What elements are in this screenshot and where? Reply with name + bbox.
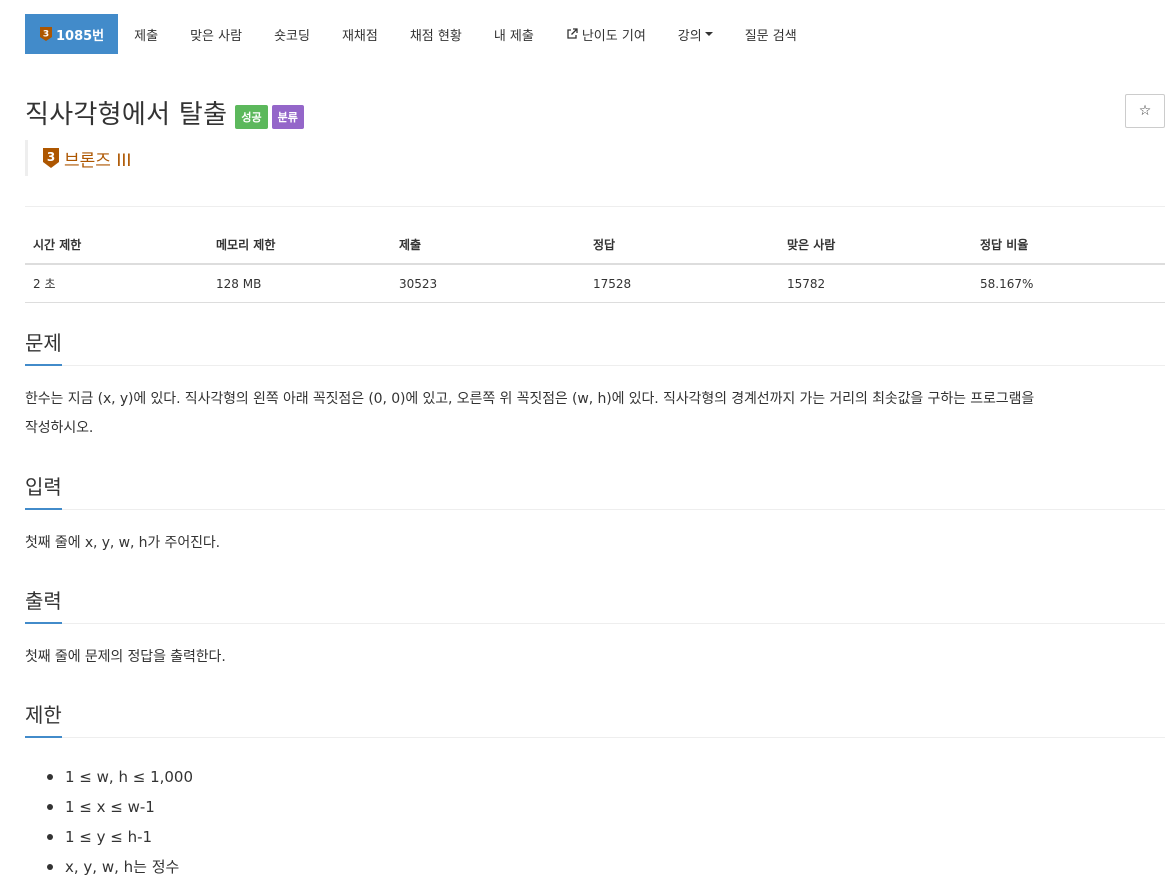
output-section: 출력 첫째 줄에 문제의 정답을 출력한다.	[25, 586, 1165, 672]
nav-lectures-dropdown[interactable]: 강의	[662, 14, 729, 54]
list-item: x, y, w, h는 정수	[25, 852, 193, 882]
memory-limit-value: 128 MB	[208, 264, 391, 303]
accepted-value: 17528	[585, 264, 779, 303]
output-title: 출력	[25, 585, 62, 624]
description-text: 한수는 지금 (x, y)에 있다. 직사각형의 왼쪽 아래 꼭짓점은 (0, …	[25, 385, 1165, 443]
input-section: 입력 첫째 줄에 x, y, w, h가 주어진다.	[25, 472, 1165, 558]
section-header: 문제	[25, 328, 1165, 366]
input-title: 입력	[25, 471, 62, 510]
nav-difficulty-contribution[interactable]: 난이도 기여	[550, 14, 662, 54]
success-badge: 성공	[235, 104, 268, 129]
header-accept-ratio: 정답 비율	[972, 226, 1165, 265]
nav-difficulty-label: 난이도 기여	[581, 28, 646, 44]
description-title: 문제	[25, 327, 62, 366]
nav-short-coding[interactable]: 숏코딩	[258, 14, 326, 54]
divider	[25, 206, 1165, 207]
section-header: 제한	[25, 700, 1165, 738]
svg-text:3: 3	[47, 150, 55, 164]
description-line-2: 작성하시오.	[25, 420, 94, 436]
problem-nav: 3 1085번 제출 맞은 사람 숏코딩 재채점 채점 현황 내 제출 난이도 …	[25, 14, 813, 54]
caret-down-icon	[704, 32, 713, 36]
limits-title: 제한	[25, 699, 62, 738]
nav-status[interactable]: 채점 현황	[394, 14, 478, 54]
nav-submit[interactable]: 제출	[118, 14, 174, 54]
output-text: 첫째 줄에 문제의 정답을 출력한다.	[25, 649, 226, 665]
input-text: 첫째 줄에 x, y, w, h가 주어진다.	[25, 535, 221, 551]
problem-info-table: 시간 제한 메모리 제한 제출 정답 맞은 사람 정답 비율 2 초 128 M…	[25, 226, 1165, 303]
limits-list: 1 ≤ w, h ≤ 1,000 1 ≤ x ≤ w-1 1 ≤ y ≤ h-1…	[25, 762, 193, 882]
star-icon: ☆	[1138, 103, 1152, 119]
tier-label[interactable]: 브론즈 III	[64, 146, 131, 171]
classification-badge[interactable]: 분류	[271, 104, 304, 129]
nav-accepted-users[interactable]: 맞은 사람	[174, 14, 258, 54]
problem-number-label: 1085번	[56, 28, 105, 44]
description-line-1: 한수는 지금 (x, y)에 있다. 직사각형의 왼쪽 아래 꼭짓점은 (0, …	[25, 391, 1035, 407]
bronze-tier-icon: 3	[40, 27, 52, 41]
list-item: 1 ≤ x ≤ w-1	[25, 792, 193, 822]
accepted-users-value: 15782	[779, 264, 972, 303]
time-limit-value: 2 초	[25, 264, 208, 303]
header-memory-limit: 메모리 제한	[208, 226, 391, 265]
header-time-limit: 시간 제한	[25, 226, 208, 265]
nav-question-search[interactable]: 질문 검색	[729, 14, 813, 54]
limits-section: 제한	[25, 700, 1165, 738]
list-item: 1 ≤ w, h ≤ 1,000	[25, 762, 193, 792]
bronze-tier-icon: 3	[43, 148, 59, 168]
nav-lectures-label: 강의	[677, 28, 702, 44]
page-title: 직사각형에서 탈출	[25, 100, 228, 130]
list-item: 1 ≤ y ≤ h-1	[25, 822, 193, 852]
tier-blockquote: 3 브론즈 III	[25, 140, 131, 176]
nav-problem-number[interactable]: 3 1085번	[25, 14, 119, 54]
favorite-button[interactable]: ☆	[1125, 94, 1165, 128]
nav-rejudge[interactable]: 재채점	[326, 14, 394, 54]
section-header: 출력	[25, 586, 1165, 624]
header-accepted: 정답	[585, 226, 779, 265]
table-row: 2 초 128 MB 30523 17528 15782 58.167%	[25, 264, 1165, 303]
svg-text:3: 3	[43, 30, 49, 40]
header-submissions: 제출	[391, 226, 585, 265]
table-header-row: 시간 제한 메모리 제한 제출 정답 맞은 사람 정답 비율	[25, 226, 1165, 265]
description-section: 문제 한수는 지금 (x, y)에 있다. 직사각형의 왼쪽 아래 꼭짓점은 (…	[25, 328, 1165, 443]
header-accepted-users: 맞은 사람	[779, 226, 972, 265]
accept-ratio-value: 58.167%	[972, 264, 1165, 303]
nav-my-submissions[interactable]: 내 제출	[478, 14, 550, 54]
section-header: 입력	[25, 472, 1165, 510]
submissions-value: 30523	[391, 264, 585, 303]
external-link-icon	[567, 28, 578, 39]
title-row: 직사각형에서 탈출 성공 분류	[25, 94, 304, 131]
